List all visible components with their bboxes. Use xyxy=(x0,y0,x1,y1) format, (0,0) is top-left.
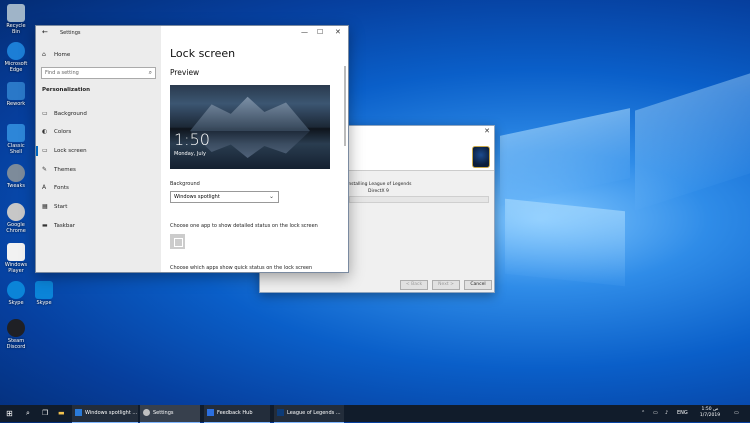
taskbar-app-settings[interactable]: Settings xyxy=(140,405,200,423)
scrollbar[interactable] xyxy=(344,66,346,146)
desktop-icon[interactable]: Skype xyxy=(31,281,57,306)
file-explorer-icon[interactable]: ▬ xyxy=(58,405,65,422)
gear-icon xyxy=(7,164,25,182)
lock-screen-preview: 1:50 Monday, July xyxy=(170,85,330,169)
window-title: Settings xyxy=(60,30,81,36)
chevron-up-icon[interactable]: ⌃ xyxy=(641,405,645,422)
desktop-icon[interactable]: Rework xyxy=(3,82,29,107)
desktop-icon[interactable]: Recycle Bin xyxy=(3,4,29,35)
desktop-icon[interactable]: Windows Player xyxy=(3,243,29,274)
search-input[interactable]: Find a setting ⌕ xyxy=(41,67,156,79)
recycle-bin-icon xyxy=(7,4,25,22)
home-icon: ⌂ xyxy=(42,51,46,58)
gear-icon xyxy=(7,203,25,221)
windows-start-icon[interactable]: ⊞ xyxy=(6,405,13,422)
preview-mountain xyxy=(190,96,310,131)
league-logo-icon xyxy=(472,146,490,168)
desktop-icon[interactable]: Microsoft Edge xyxy=(3,42,29,73)
palette-icon: ◐ xyxy=(42,128,48,135)
skype-icon xyxy=(7,281,25,299)
taskbar-app-feedback[interactable]: Feedback Hub xyxy=(204,405,270,423)
nav-start[interactable]: ▦ Start xyxy=(36,200,161,214)
desktop-icon[interactable]: Google Chrome xyxy=(3,203,29,234)
nav-taskbar[interactable]: ▬ Taskbar xyxy=(36,219,161,233)
picture-icon: ▭ xyxy=(42,110,48,117)
nav-home[interactable]: ⌂ Home xyxy=(36,48,161,62)
wallpaper-beam-2 xyxy=(505,198,625,287)
wallpaper-beam-3 xyxy=(635,73,750,211)
install-substatus: DirectX 9 xyxy=(368,189,389,194)
minimize-icon[interactable]: — xyxy=(301,28,308,36)
search-placeholder: Find a setting xyxy=(45,70,79,76)
section-heading: Personalization xyxy=(42,87,91,93)
shell-icon xyxy=(7,124,25,142)
edge-icon xyxy=(7,42,25,60)
taskbar: ⊞ ⌕ ❐ ▬ Windows spotlight ... Settings F… xyxy=(0,405,750,423)
chevron-down-icon: ⌄ xyxy=(268,193,274,200)
player-icon xyxy=(7,243,25,261)
notifications-icon[interactable]: ▭ xyxy=(734,405,739,422)
taskbar-app-league[interactable]: League of Legends ... xyxy=(274,405,344,423)
calendar-app-button[interactable] xyxy=(170,234,185,249)
app-icon xyxy=(75,409,82,416)
install-status: Installing League of Legends xyxy=(347,182,412,187)
search-icon[interactable]: ⌕ xyxy=(26,405,30,422)
install-progress xyxy=(349,196,489,203)
nav-fonts[interactable]: A Fonts xyxy=(36,181,161,195)
preview-heading: Preview xyxy=(170,68,200,77)
tray-clock[interactable]: 1:50 ص 1/7/2019 xyxy=(697,407,723,419)
next-button[interactable]: Next > xyxy=(432,280,460,290)
tray-date: 1/7/2019 xyxy=(699,413,721,418)
back-button[interactable]: < Back xyxy=(400,280,428,290)
nav-colors[interactable]: ◐ Colors xyxy=(36,125,161,139)
maximize-icon[interactable]: ☐ xyxy=(317,28,323,36)
nav-lock-screen[interactable]: ▭ Lock screen xyxy=(36,144,161,158)
settings-content: — ☐ ✕ Lock screen Preview 1:50 Monday, J… xyxy=(161,26,348,272)
taskbar-icon: ▬ xyxy=(42,222,48,229)
start-icon: ▦ xyxy=(42,203,48,210)
search-icon: ⌕ xyxy=(148,69,152,76)
brush-icon: ✎ xyxy=(42,166,48,173)
preview-date: Monday, July xyxy=(174,151,206,157)
preview-clock: 1:50 xyxy=(174,130,210,149)
gear-icon xyxy=(143,409,150,416)
desktop-icon[interactable]: Skype xyxy=(3,281,29,306)
taskbar-app-spotlight[interactable]: Windows spotlight ... xyxy=(72,405,138,423)
close-icon[interactable]: ✕ xyxy=(484,127,490,135)
monitor-icon: ▭ xyxy=(42,147,48,154)
network-icon[interactable]: ▭ xyxy=(653,405,658,422)
skype-icon xyxy=(35,281,53,299)
desktop-icon[interactable]: Tweaks xyxy=(3,164,29,189)
page-title: Lock screen xyxy=(170,47,236,60)
desktop-icon[interactable]: Steam Discord xyxy=(3,319,29,350)
wallpaper-beam-1 xyxy=(500,108,630,206)
detailed-status-text: Choose one app to show detailed status o… xyxy=(170,223,318,229)
background-dropdown[interactable]: Windows spotlight ⌄ xyxy=(170,191,279,203)
quick-status-text: Choose which apps show quick status on t… xyxy=(170,265,313,271)
close-icon[interactable]: ✕ xyxy=(335,28,341,36)
app-icon xyxy=(7,82,25,100)
desktop-icon[interactable]: Classic Shell xyxy=(3,124,29,155)
volume-icon[interactable]: ♪ xyxy=(665,405,668,422)
nav-background[interactable]: ▭ Background xyxy=(36,107,161,121)
settings-window[interactable]: ← Settings ⌂ Home Find a setting ⌕ Perso… xyxy=(35,25,349,273)
background-label: Background xyxy=(170,181,200,187)
language-indicator[interactable]: ENG xyxy=(677,405,688,422)
task-view-icon[interactable]: ❐ xyxy=(42,405,48,422)
cancel-button[interactable]: Cancel xyxy=(464,280,492,290)
settings-sidebar: ← Settings ⌂ Home Find a setting ⌕ Perso… xyxy=(36,26,161,272)
feedback-icon xyxy=(207,409,214,416)
back-arrow-icon[interactable]: ← xyxy=(42,28,48,36)
league-icon xyxy=(277,409,284,416)
background-dropdown-value: Windows spotlight xyxy=(174,194,220,200)
nav-themes[interactable]: ✎ Themes xyxy=(36,163,161,177)
font-icon: A xyxy=(42,184,47,191)
discord-icon xyxy=(7,319,25,337)
